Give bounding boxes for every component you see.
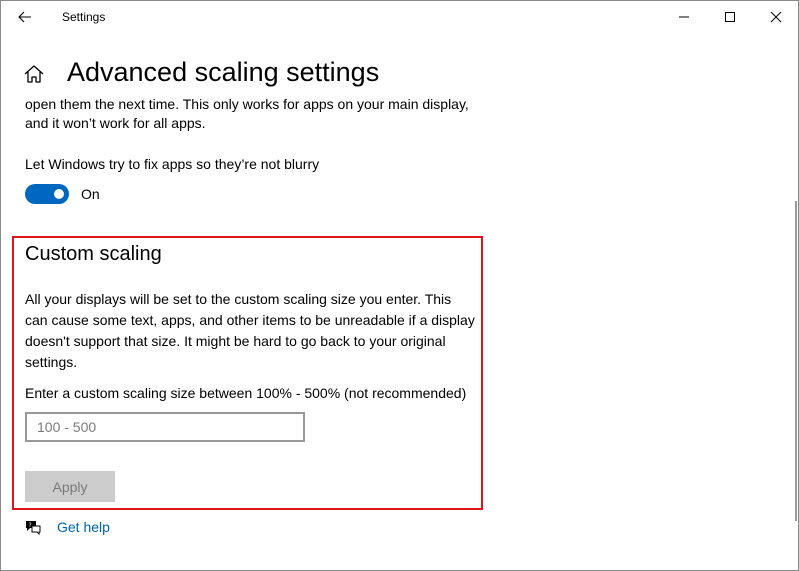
apply-button[interactable]: Apply <box>25 471 115 502</box>
minimize-button[interactable] <box>661 1 707 33</box>
back-button[interactable] <box>3 1 47 33</box>
maximize-icon <box>725 12 735 22</box>
toggle-knob <box>54 189 64 199</box>
close-button[interactable] <box>753 1 799 33</box>
custom-scaling-input-label: Enter a custom scaling size between 100%… <box>25 385 467 401</box>
app-title: Settings <box>62 10 106 24</box>
blur-fix-label: Let Windows try to fix apps so they’re n… <box>25 156 320 172</box>
home-icon[interactable] <box>23 63 45 85</box>
highlight-box <box>12 236 483 510</box>
blur-fix-toggle[interactable] <box>25 184 69 204</box>
svg-text:?: ? <box>29 522 32 529</box>
help-chat-icon: ? <box>26 521 41 536</box>
custom-scaling-heading: Custom scaling <box>25 243 162 265</box>
close-icon <box>770 11 782 23</box>
get-help-link[interactable]: Get help <box>57 519 110 535</box>
blur-fix-state: On <box>81 186 100 202</box>
page-title: Advanced scaling settings <box>67 57 380 87</box>
scrollbar[interactable] <box>795 201 797 521</box>
settings-window: Settings Advanced scaling settings open … <box>0 0 799 571</box>
maximize-button[interactable] <box>707 1 753 33</box>
get-help-row[interactable]: ? Get help <box>23 517 110 537</box>
intro-text: open them the next time. This only works… <box>25 96 469 131</box>
back-arrow-icon <box>18 11 31 23</box>
title-bar: Settings <box>1 1 798 33</box>
custom-scaling-input[interactable] <box>25 412 305 442</box>
minimize-icon <box>679 16 689 18</box>
custom-scaling-description: All your displays will be set to the cus… <box>25 291 475 370</box>
